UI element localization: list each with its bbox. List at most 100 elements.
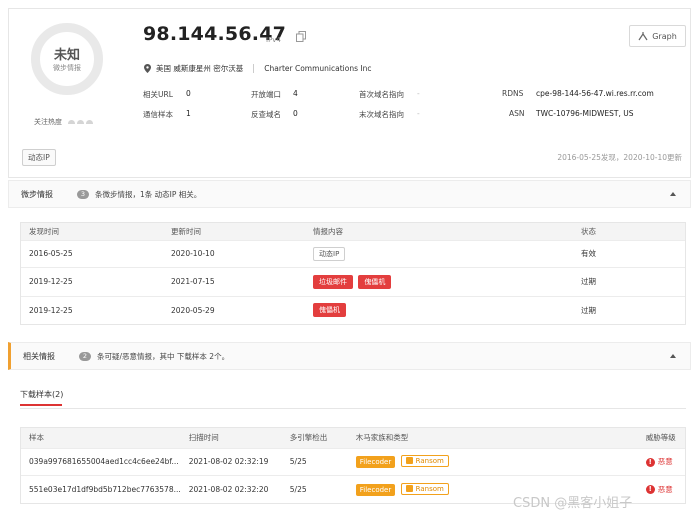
col-found: 发现时间 bbox=[21, 223, 163, 240]
comm-samples-label: 通信样本 bbox=[143, 110, 173, 119]
location-text: 美国 威斯康星州 密尔沃基 bbox=[156, 64, 244, 73]
asn-label: ASN bbox=[509, 109, 525, 118]
found-time: 2019-12-25 bbox=[21, 266, 163, 296]
updated-time: 2021-07-15 bbox=[163, 266, 305, 296]
ip-summary-card: 未知 微步情报 关注热度 98.144.56.47 IPv4 Graph 美国 … bbox=[8, 8, 691, 178]
table-header-row: 样本 扫描时间 多引擎检出 木马家族和类型 威胁等级 bbox=[21, 428, 685, 448]
col-threat: 威胁等级 bbox=[637, 428, 685, 448]
verdict-badge: 未知 微步情报 bbox=[31, 23, 103, 95]
table-row[interactable]: 2016-05-25 2020-10-10 动态IP 有效 bbox=[21, 239, 685, 267]
intel-tag[interactable]: 傀儡机 bbox=[313, 303, 346, 318]
collapse-chevron-icon[interactable] bbox=[670, 192, 676, 196]
last-domain-label: 末次域名指向 bbox=[359, 110, 404, 119]
related-section-title: 相关情报 bbox=[23, 351, 55, 361]
intel-count-badge: 3 bbox=[77, 189, 89, 199]
type-tag-label: Ransom bbox=[415, 484, 444, 493]
watermark: CSDN @黑客小姐子 bbox=[513, 496, 633, 511]
intel-table: 发现时间 更新时间 情报内容 状态 2016-05-25 2020-10-10 … bbox=[20, 222, 686, 325]
detect-ratio: 5/25 bbox=[281, 474, 348, 503]
col-content: 情报内容 bbox=[305, 223, 573, 240]
heat-icon bbox=[77, 120, 85, 124]
intel-tag[interactable]: 傀儡机 bbox=[358, 274, 392, 289]
found-time: 2019-12-25 bbox=[21, 295, 163, 324]
intel-section-desc: 条微步情报，1条 动态IP 相关。 bbox=[95, 189, 202, 199]
threat-level: ! 恶意 bbox=[637, 447, 685, 475]
scan-time: 2021-08-02 02:32:20 bbox=[180, 474, 282, 503]
reverse-domain-value[interactable]: 0 bbox=[293, 109, 298, 118]
reverse-domain-label: 反查域名 bbox=[251, 110, 281, 119]
status: 过期 bbox=[573, 266, 685, 296]
table-row[interactable]: 2019-12-25 2021-07-15 垃圾邮件 傀儡机 过期 bbox=[21, 266, 685, 296]
col-updated: 更新时间 bbox=[163, 223, 305, 240]
status: 有效 bbox=[573, 239, 685, 267]
related-section-header[interactable]: 相关情报 2 条可疑/恶意情报，其中 下载样本 2个。 bbox=[8, 342, 691, 370]
location-pin-icon bbox=[144, 64, 151, 73]
sample-tab-bar: 下载样本(2) bbox=[20, 389, 686, 409]
heat-icons bbox=[66, 118, 94, 126]
table-row[interactable]: 2019-12-25 2020-05-29 傀儡机 过期 bbox=[21, 295, 685, 324]
verdict-source: 微步情报 bbox=[53, 64, 81, 72]
type-tag[interactable]: Ransom bbox=[400, 482, 449, 495]
related-section-desc: 条可疑/恶意情报，其中 下载样本 2个。 bbox=[97, 351, 230, 361]
sample-hash[interactable]: 551e03e17d1df9bd5b712bec7763578... bbox=[21, 474, 181, 503]
family-tag[interactable]: Filecoder bbox=[355, 484, 396, 496]
table-row[interactable]: 039a997681655004aed1cc4c6ee24bf... 2021-… bbox=[21, 447, 685, 475]
tab-underline bbox=[20, 404, 62, 406]
rdns-value: cpe-98-144-56-47.wi.res.rr.com bbox=[536, 89, 654, 98]
graph-button[interactable]: Graph bbox=[629, 25, 686, 47]
table-header-row: 发现时间 更新时间 情报内容 状态 bbox=[21, 223, 685, 240]
family-tag[interactable]: Filecoder bbox=[355, 456, 396, 469]
sample-hash[interactable]: 039a997681655004aed1cc4c6ee24bf... bbox=[21, 447, 181, 475]
threat-level: ! 恶意 bbox=[637, 474, 685, 503]
rdns-label: RDNS bbox=[502, 89, 524, 98]
heat-icon bbox=[86, 120, 94, 124]
intel-content: 傀儡机 bbox=[305, 295, 573, 324]
found-time: 2016-05-25 bbox=[21, 239, 163, 267]
graph-button-label: Graph bbox=[652, 31, 677, 41]
heat-indicator: 关注热度 bbox=[34, 117, 94, 127]
family-type: Filecoder Ransom bbox=[347, 447, 638, 475]
heat-icon bbox=[68, 120, 76, 124]
divider bbox=[253, 64, 255, 73]
col-scan-time: 扫描时间 bbox=[180, 428, 282, 448]
copy-icon[interactable] bbox=[296, 31, 306, 42]
col-status: 状态 bbox=[573, 223, 685, 240]
ransom-icon bbox=[405, 485, 413, 492]
collapse-chevron-icon[interactable] bbox=[670, 354, 676, 358]
location-line: 美国 威斯康星州 密尔沃基 Charter Communications Inc bbox=[144, 63, 371, 74]
intel-section-title: 微步情报 bbox=[21, 189, 53, 199]
intel-tag[interactable]: 动态IP bbox=[313, 246, 346, 261]
first-domain-value: - bbox=[417, 89, 420, 98]
verdict-label: 未知 bbox=[53, 48, 80, 63]
found-update-time: 2016-05-25发现，2020-10-10更新 bbox=[557, 153, 682, 162]
heat-label: 关注热度 bbox=[34, 118, 62, 126]
ip-version: IPv4 bbox=[266, 36, 281, 44]
ip-address: 98.144.56.47 bbox=[143, 23, 287, 45]
dynamic-ip-tag[interactable]: 动态IP bbox=[22, 149, 56, 166]
intel-section-header[interactable]: 微步情报 3 条微步情报，1条 动态IP 相关。 bbox=[8, 180, 691, 208]
scan-time: 2021-08-02 02:32:19 bbox=[180, 447, 282, 475]
open-ports-value[interactable]: 4 bbox=[293, 89, 298, 98]
open-ports-label: 开放端口 bbox=[251, 90, 281, 99]
threat-text: 恶意 bbox=[657, 484, 673, 494]
intel-tag[interactable]: 垃圾邮件 bbox=[313, 274, 353, 289]
ransom-icon bbox=[405, 457, 413, 465]
related-url-label: 相关URL bbox=[143, 90, 173, 99]
asn-value: TWC-10796-MIDWEST, US bbox=[536, 109, 634, 118]
related-count-badge: 2 bbox=[79, 351, 91, 361]
alert-icon: ! bbox=[645, 485, 655, 495]
status: 过期 bbox=[573, 295, 685, 324]
last-domain-value: - bbox=[417, 109, 420, 118]
col-detect: 多引擎检出 bbox=[281, 428, 348, 448]
related-url-value[interactable]: 0 bbox=[186, 89, 191, 98]
graph-icon bbox=[638, 32, 648, 41]
type-tag-label: Ransom bbox=[415, 456, 444, 465]
intel-content: 动态IP bbox=[305, 239, 573, 267]
intel-content: 垃圾邮件 傀儡机 bbox=[305, 266, 573, 296]
updated-time: 2020-10-10 bbox=[163, 239, 305, 267]
alert-icon: ! bbox=[645, 457, 655, 467]
type-tag[interactable]: Ransom bbox=[400, 454, 449, 467]
comm-samples-value[interactable]: 1 bbox=[186, 109, 191, 118]
detect-ratio: 5/25 bbox=[281, 447, 348, 475]
isp-text: Charter Communications Inc bbox=[264, 64, 372, 73]
